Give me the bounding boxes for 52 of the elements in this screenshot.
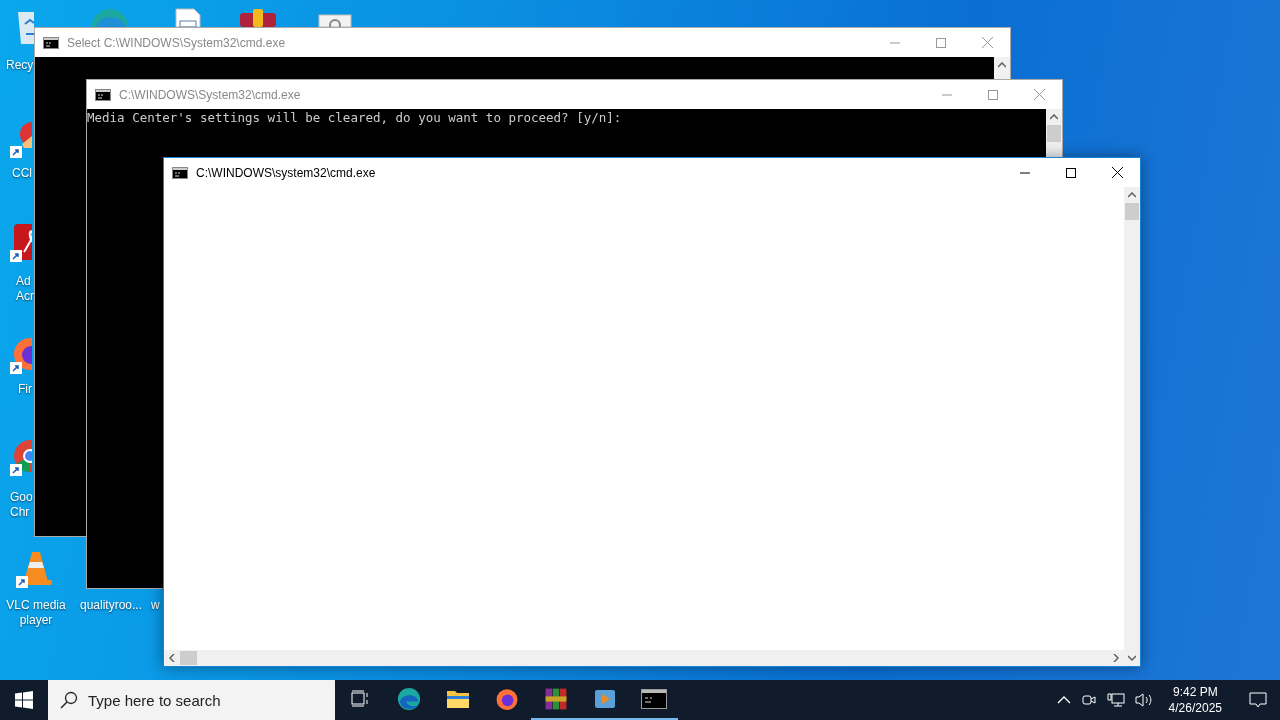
shortcut-arrow-icon [10,250,22,262]
close-icon [1111,167,1123,178]
scroll-thumb[interactable] [1125,203,1139,220]
vertical-scrollbar[interactable] [994,57,1010,79]
chevron-up-icon[interactable] [1056,695,1071,705]
windows-logo-icon [15,691,33,709]
close-icon [981,37,993,48]
maximize-icon [988,89,998,100]
vertical-scrollbar[interactable] [1046,109,1062,157]
maximize-icon [936,37,946,48]
desktop-icon-label[interactable]: w [151,598,160,613]
vertical-scrollbar[interactable] [1124,187,1140,666]
window-title: Select C:\WINDOWS\System32\cmd.exe [67,34,287,52]
desktop-icon-label[interactable]: Goo Chr [10,490,33,520]
desktop-icon-label[interactable]: CCl [12,166,32,181]
shortcut-arrow-icon [10,146,22,158]
clock-date: 4/26/2025 [1168,700,1222,716]
shortcut-arrow-icon [10,464,22,476]
desktop-icon-label[interactable]: Ad Acr [16,274,34,304]
console-icon [95,88,111,101]
scroll-thumb[interactable] [180,651,197,665]
console-line: Media Center's settings will be cleared, do you want to proceed? [y/n]: [87,110,623,126]
horizontal-scrollbar[interactable] [164,650,1124,666]
task-view-icon [349,690,370,708]
console-icon [172,166,188,179]
volume-icon[interactable] [1134,692,1153,708]
clock-time: 9:42 PM [1172,684,1218,700]
minimize-icon [890,41,900,44]
browser-icon [395,686,422,712]
shortcut-arrow-icon [16,576,28,588]
desktop-icon-label[interactable]: VLC media player [4,598,68,628]
search-icon [60,691,78,709]
scroll-thumb[interactable] [1047,125,1061,142]
console-icon [43,36,59,49]
window-title: C:\WINDOWS\System32\cmd.exe [119,86,302,104]
media-player-icon [592,687,617,711]
network-icon[interactable] [1106,692,1125,708]
camera-icon[interactable] [1080,692,1097,708]
chat-bubble-icon [1249,691,1267,709]
desktop-icon-label[interactable]: qualityroo... [80,598,143,613]
minimize-icon [942,93,952,96]
shortcut-arrow-icon [10,362,22,374]
desktop-icon-label[interactable]: Recy [6,58,34,73]
console-icon [640,689,667,709]
minimize-icon [1020,171,1030,174]
close-icon [1033,89,1045,100]
desktop-icon-label[interactable]: Fir [18,382,32,397]
folder-icon [445,688,470,710]
maximize-icon [1066,167,1076,178]
search-field[interactable]: Type here to search [48,680,335,720]
window-title: C:\WINDOWS\system32\cmd.exe [196,164,377,182]
clock[interactable]: 9:42 PM 4/26/2025 [1162,684,1228,716]
